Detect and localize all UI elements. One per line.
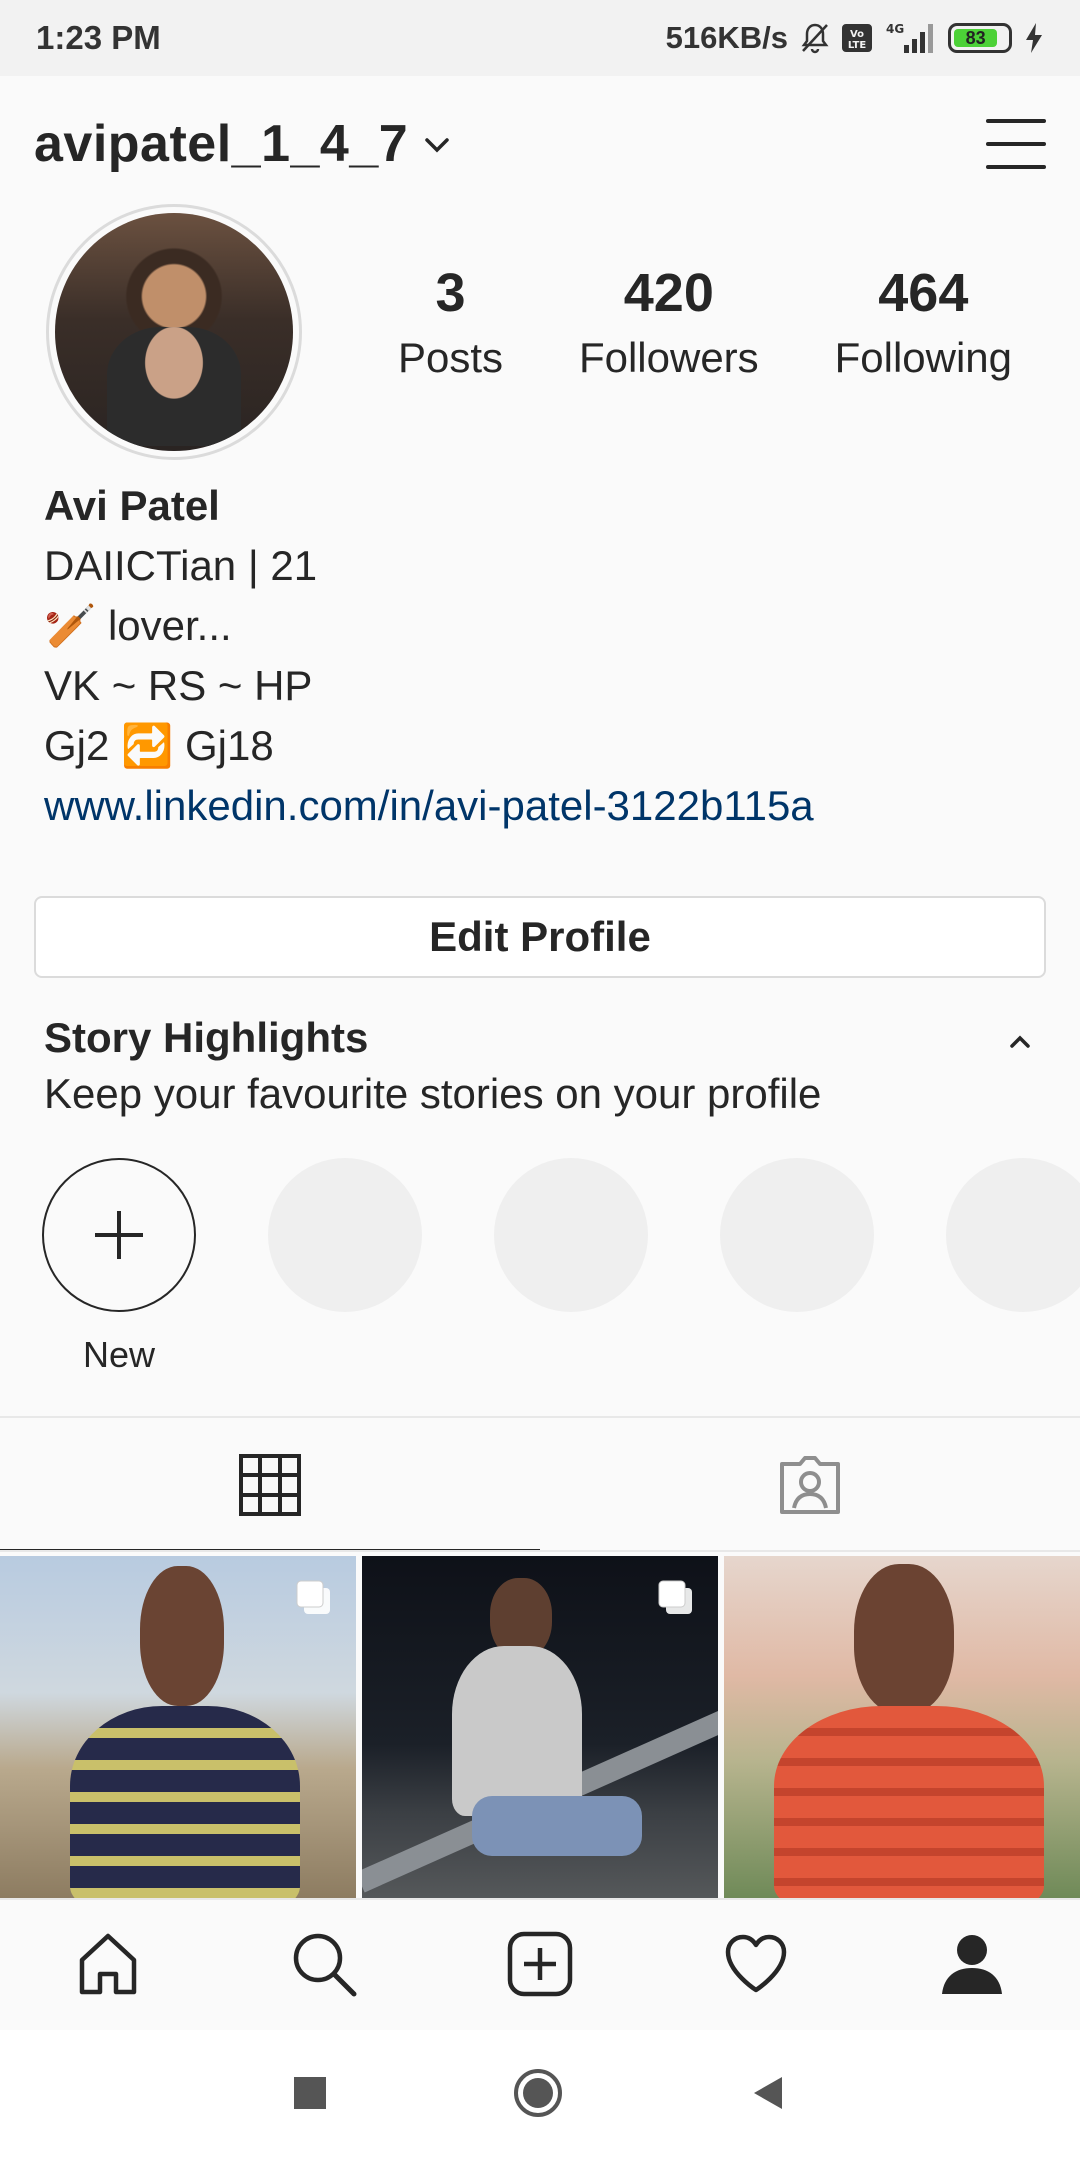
add-post-icon — [507, 1931, 573, 1997]
charging-bolt-icon — [1024, 22, 1044, 54]
status-time: 1:23 PM — [36, 19, 161, 56]
stat-label: Followers — [578, 334, 759, 381]
network-speed: 516KB/s — [665, 20, 788, 55]
profile-header: avipatel_1_4_7 — [0, 76, 1080, 212]
bio-line: VK ~ RS ~ HP — [44, 662, 313, 709]
post-photo-detail — [70, 1706, 300, 1898]
circle-icon — [514, 2068, 562, 2117]
post-thumbnail[interactable] — [0, 1556, 356, 1898]
bio-line: Gj2 🔁 Gj18 — [44, 722, 274, 769]
chevron-down-icon[interactable] — [424, 136, 450, 159]
post-photo-detail — [854, 1564, 954, 1714]
avatar-photo — [55, 213, 293, 451]
profile-tab[interactable] — [932, 1924, 1012, 2004]
post-photo-detail — [140, 1566, 224, 1706]
stat-label: Following — [834, 334, 1013, 381]
stat-posts[interactable]: 3 Posts — [398, 262, 503, 382]
menu-icon-line — [986, 165, 1046, 169]
profile-tabs — [0, 1418, 1080, 1552]
post-thumbnail[interactable] — [362, 1556, 718, 1898]
status-bar: 1:23 PM 516KB/s Vo LTE 4G 83 — [0, 0, 1080, 76]
username-switcher[interactable]: avipatel_1_4_7 — [34, 114, 408, 174]
status-icons: 516KB/s Vo LTE 4G 83 — [666, 20, 1044, 56]
post-photo-detail — [452, 1646, 582, 1816]
post-photo-detail — [472, 1796, 642, 1856]
search-tab[interactable] — [284, 1924, 364, 2004]
multiple-photos-icon — [296, 1580, 330, 1614]
bottom-nav — [0, 1898, 1080, 2028]
stat-value: 3 — [435, 263, 466, 323]
stat-value: 420 — [623, 263, 714, 323]
avatar[interactable] — [46, 204, 302, 460]
heart-icon — [725, 1934, 787, 1993]
mute-bell-icon — [800, 22, 830, 54]
highlights-title: Story Highlights — [44, 1014, 369, 1061]
stat-value: 464 — [878, 263, 969, 323]
post-thumbnail[interactable] — [724, 1556, 1080, 1898]
stat-label: Posts — [397, 334, 504, 381]
svg-text:LTE: LTE — [848, 40, 867, 50]
profile-name: Avi Patel — [44, 482, 220, 529]
create-post-tab[interactable] — [500, 1924, 580, 2004]
highlights-subtitle: Keep your favourite stories on your prof… — [44, 1070, 822, 1117]
highlight-placeholder — [268, 1158, 422, 1312]
stat-followers[interactable]: 420 Followers — [579, 262, 759, 382]
menu-button[interactable] — [986, 119, 1046, 169]
battery-icon: 83 — [948, 23, 1012, 53]
network-type-label: 4G — [886, 22, 904, 36]
post-photo-detail — [774, 1706, 1044, 1898]
multiple-photos-icon — [658, 1580, 692, 1614]
tabs-divider — [0, 1550, 1080, 1552]
tab-tagged[interactable] — [540, 1418, 1080, 1552]
tab-grid[interactable] — [0, 1418, 540, 1552]
tagged-person-icon — [780, 1456, 840, 1514]
highlight-placeholder — [720, 1158, 874, 1312]
highlight-placeholder — [494, 1158, 648, 1312]
volte-icon: Vo LTE — [842, 24, 872, 52]
chevron-up-icon[interactable] — [1000, 1022, 1040, 1062]
bio-line: DAIICTian | 21 — [44, 542, 318, 589]
menu-icon-line — [986, 142, 1046, 146]
home-icon — [79, 1933, 137, 1995]
edit-profile-button[interactable]: Edit Profile — [34, 896, 1046, 978]
search-icon — [293, 1933, 357, 1997]
profile-icon — [942, 1935, 1002, 1994]
menu-icon-line — [986, 119, 1046, 123]
back-triangle-icon — [754, 2076, 782, 2109]
home-button[interactable] — [510, 2065, 566, 2126]
bio-line: 🏏 lover... — [44, 602, 232, 649]
new-highlight-label: New — [82, 1334, 156, 1375]
activity-tab[interactable] — [716, 1924, 796, 2004]
svg-text:Vo: Vo — [850, 29, 864, 40]
back-button[interactable] — [746, 2071, 790, 2120]
home-tab[interactable] — [68, 1924, 148, 2004]
signal-4g-icon: 4G — [884, 21, 936, 55]
new-highlight-button[interactable] — [42, 1158, 196, 1312]
stat-following[interactable]: 464 Following — [835, 262, 1012, 382]
square-icon — [294, 2076, 326, 2109]
highlight-placeholder — [946, 1158, 1080, 1312]
post-grid — [0, 1556, 1080, 1898]
profile-website-link[interactable]: www.linkedin.com/in/avi-patel-3122b115a — [44, 776, 1044, 836]
grid-icon — [239, 1454, 301, 1516]
battery-level: 83 — [954, 28, 998, 48]
system-nav-bar — [0, 2030, 1080, 2160]
recent-apps-button[interactable] — [290, 2073, 330, 2118]
profile-bio: Avi Patel DAIICTian | 21 🏏 lover... VK ~… — [44, 476, 1044, 836]
plus-icon — [95, 1211, 143, 1259]
profile-stats: 3 Posts 420 Followers 464 Following — [360, 262, 1050, 382]
